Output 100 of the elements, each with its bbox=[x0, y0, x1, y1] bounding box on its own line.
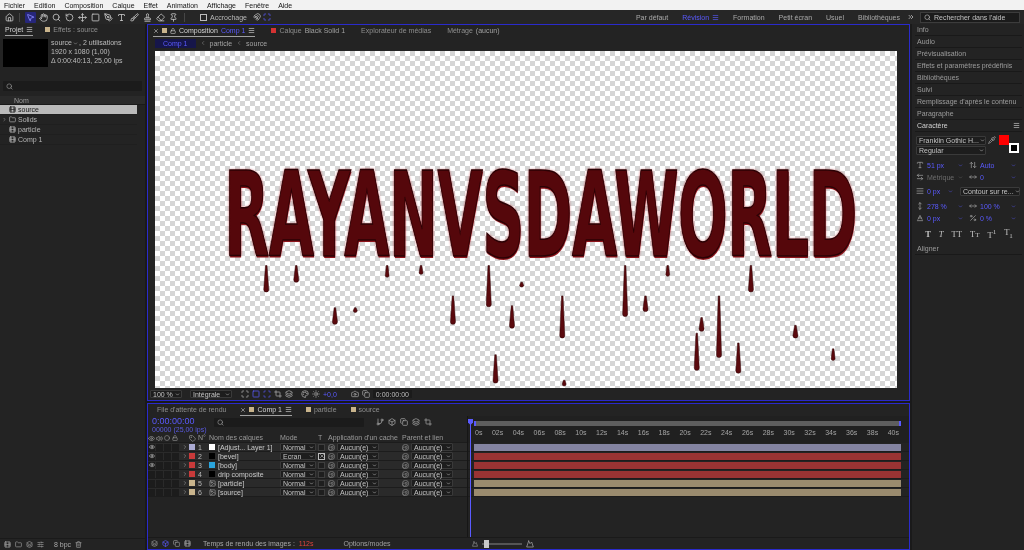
crop-icon[interactable] bbox=[274, 390, 282, 398]
text-format-button[interactable]: T bbox=[938, 229, 944, 239]
tool-button[interactable] bbox=[38, 11, 49, 23]
text-format-button[interactable]: TT bbox=[969, 228, 980, 240]
layer-bar[interactable] bbox=[474, 461, 901, 469]
copy-icon[interactable] bbox=[173, 540, 180, 547]
branch-icon[interactable] bbox=[376, 418, 384, 426]
sliders-icon[interactable] bbox=[37, 541, 44, 548]
preserve-transparency-checkbox[interactable] bbox=[318, 452, 325, 460]
caret-icon bbox=[224, 391, 230, 397]
crop-icon[interactable] bbox=[424, 418, 432, 426]
tool-button[interactable] bbox=[129, 11, 140, 23]
spiral-icon[interactable] bbox=[328, 479, 335, 487]
playhead[interactable] bbox=[468, 419, 473, 537]
cube-icon[interactable] bbox=[388, 418, 396, 426]
mountain-icon[interactable] bbox=[472, 540, 478, 547]
text-format-button[interactable]: T$_{1}$ bbox=[1004, 227, 1013, 241]
copy-icon[interactable] bbox=[361, 390, 370, 398]
spiral-icon[interactable] bbox=[328, 470, 335, 478]
label-color-icon[interactable] bbox=[189, 471, 195, 477]
preserve-transparency-checkbox[interactable] bbox=[318, 461, 325, 469]
square-icon bbox=[350, 407, 356, 412]
label-color-icon[interactable] bbox=[189, 489, 195, 495]
preserve-transparency-checkbox[interactable] bbox=[318, 443, 325, 451]
blood-drip bbox=[748, 265, 754, 293]
audio-switch[interactable] bbox=[156, 452, 163, 460]
tool-button[interactable] bbox=[64, 11, 75, 23]
caret-icon[interactable] bbox=[73, 40, 78, 46]
tool-button[interactable] bbox=[90, 11, 101, 23]
layers-icon[interactable] bbox=[285, 390, 293, 398]
visibility-switch[interactable] bbox=[148, 452, 155, 460]
visibility-switch[interactable] bbox=[148, 488, 155, 496]
magnet-icon[interactable] bbox=[252, 13, 261, 21]
copy-icon[interactable] bbox=[400, 418, 408, 426]
tool-button[interactable] bbox=[77, 11, 88, 23]
layer-bar[interactable] bbox=[474, 488, 901, 496]
layer-bar[interactable] bbox=[474, 443, 901, 451]
home-icon[interactable] bbox=[5, 12, 14, 22]
folder-icon[interactable] bbox=[15, 541, 22, 548]
mountain-icon[interactable] bbox=[526, 539, 534, 548]
label-color-icon[interactable] bbox=[189, 462, 195, 468]
text-format-button[interactable]: T bbox=[925, 229, 931, 239]
visibility-switch[interactable] bbox=[148, 443, 155, 451]
tool-button[interactable] bbox=[168, 11, 179, 23]
layer-bar[interactable] bbox=[474, 470, 901, 478]
blood-drip bbox=[293, 265, 299, 283]
corners-icon[interactable] bbox=[241, 390, 249, 398]
preserve-transparency-checkbox[interactable] bbox=[318, 479, 325, 487]
tool-button[interactable] bbox=[25, 11, 36, 23]
layer-bar[interactable] bbox=[474, 452, 901, 460]
slider-thumb[interactable] bbox=[484, 539, 489, 548]
spiral-icon[interactable] bbox=[402, 479, 409, 487]
scan-icon[interactable] bbox=[263, 390, 271, 398]
layers-icon[interactable] bbox=[26, 541, 33, 548]
sun-icon[interactable] bbox=[312, 390, 320, 398]
spiral-icon[interactable] bbox=[402, 443, 409, 451]
film-icon[interactable] bbox=[4, 541, 11, 548]
spiral-icon[interactable] bbox=[402, 452, 409, 460]
fill-color-swatch[interactable] bbox=[999, 135, 1009, 145]
camera-icon[interactable] bbox=[350, 390, 359, 398]
stroke-color-swatch[interactable] bbox=[1009, 143, 1019, 153]
layer-bar[interactable] bbox=[474, 479, 901, 487]
layers-icon[interactable] bbox=[412, 418, 420, 426]
trash-icon[interactable] bbox=[75, 541, 83, 548]
visibility-switch[interactable] bbox=[148, 461, 155, 469]
tool-button[interactable] bbox=[51, 11, 62, 23]
tool-button[interactable] bbox=[155, 11, 166, 23]
square-icon[interactable] bbox=[252, 390, 260, 398]
text-format-button[interactable]: TT bbox=[951, 229, 962, 239]
visibility-switch[interactable] bbox=[148, 470, 155, 478]
eyedropper-icon[interactable] bbox=[988, 136, 996, 144]
chevrons-icon[interactable] bbox=[907, 13, 915, 21]
caret-icon bbox=[948, 188, 953, 194]
label-color-icon[interactable] bbox=[189, 444, 195, 450]
preserve-transparency-checkbox[interactable] bbox=[318, 470, 325, 478]
project-search-field[interactable] bbox=[3, 81, 142, 91]
text-format-button[interactable]: T$^{1}$ bbox=[987, 227, 997, 241]
tool-button[interactable] bbox=[142, 11, 153, 23]
spiral-icon[interactable] bbox=[402, 461, 409, 469]
spiral-icon[interactable] bbox=[402, 470, 409, 478]
visibility-switch[interactable] bbox=[148, 479, 155, 487]
preserve-transparency-checkbox[interactable] bbox=[318, 488, 325, 496]
menu-icon bbox=[284, 406, 292, 413]
label-color-icon[interactable] bbox=[189, 480, 195, 486]
composition-canvas[interactable]: RAYANVSDAWORLD bbox=[155, 51, 897, 388]
audio-switch[interactable] bbox=[156, 461, 163, 469]
close-icon bbox=[240, 406, 247, 413]
spiral-icon[interactable] bbox=[328, 488, 335, 496]
type-icon bbox=[117, 12, 126, 22]
layers-icon[interactable] bbox=[151, 540, 158, 547]
tool-button[interactable] bbox=[103, 11, 114, 23]
tool-button[interactable] bbox=[116, 11, 127, 23]
label-color-icon[interactable] bbox=[189, 453, 195, 459]
film-icon[interactable] bbox=[184, 540, 191, 547]
layer-search-field[interactable] bbox=[214, 418, 364, 427]
palette-icon[interactable] bbox=[301, 390, 309, 398]
spiral-icon[interactable] bbox=[402, 488, 409, 496]
zoom-slider[interactable] bbox=[482, 542, 522, 545]
cube-icon[interactable] bbox=[162, 540, 169, 547]
audio-switch[interactable] bbox=[156, 443, 163, 451]
